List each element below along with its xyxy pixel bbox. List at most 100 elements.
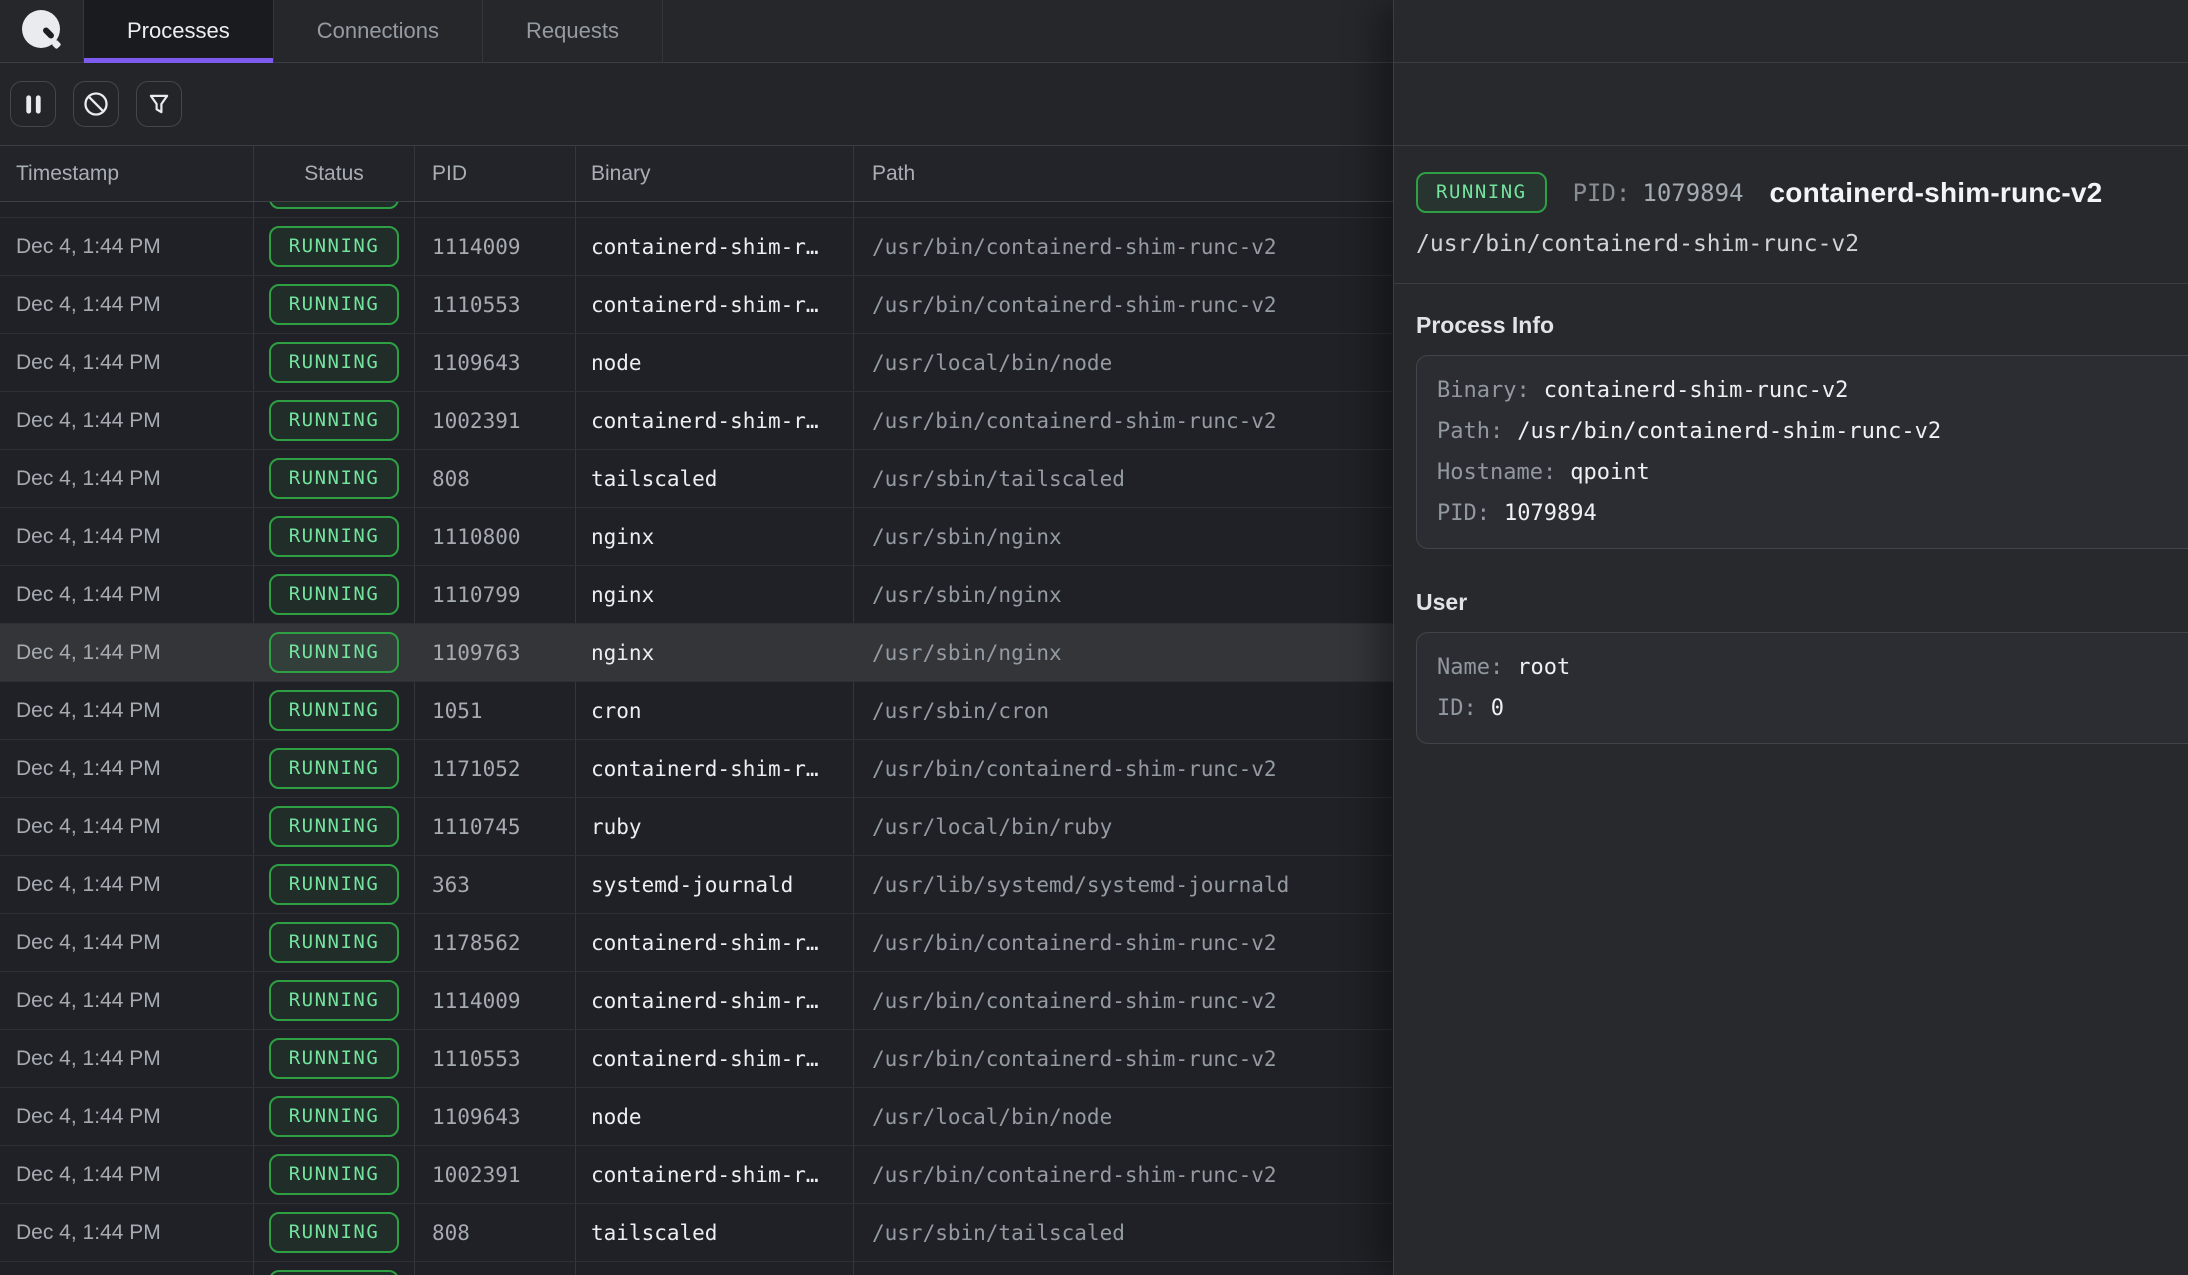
tab-label: Processes	[127, 18, 230, 44]
table-row[interactable]: RUNNING	[0, 1262, 1393, 1275]
table-row[interactable]: Dec 4, 1:44 PM RUNNING 1109643 node /usr…	[0, 1088, 1393, 1146]
status-badge: RUNNING	[269, 632, 400, 673]
cell-path: /usr/bin/containerd-shim-runc-v2	[854, 276, 1393, 333]
qpoint-logo-icon	[20, 9, 64, 53]
info-row: Hostname: qpoint	[1437, 452, 2181, 493]
column-header-pid[interactable]: PID	[415, 146, 576, 201]
cell-path: /usr/local/bin/node	[854, 334, 1393, 391]
column-header-timestamp[interactable]: Timestamp	[0, 146, 254, 201]
tab[interactable]: Requests	[483, 0, 663, 62]
cell-path: /usr/sbin/nginx	[854, 508, 1393, 565]
table-row[interactable]: Dec 4, 1:44 PM RUNNING 1110800 nginx /us…	[0, 508, 1393, 566]
cell-status: RUNNING	[254, 914, 415, 971]
cell-binary: node	[576, 1088, 854, 1145]
cell-pid: 808	[415, 1204, 576, 1261]
cell-binary: containerd-shim-r…	[576, 972, 854, 1029]
table-row[interactable]: Dec 4, 1:44 PM RUNNING 808 tailscaled /u…	[0, 450, 1393, 508]
table-row[interactable]: Dec 4, 1:44 PM RUNNING 363 systemd-journ…	[0, 856, 1393, 914]
cell-timestamp	[0, 1262, 254, 1275]
status-badge: RUNNING	[269, 1038, 400, 1079]
clear-button[interactable]	[73, 81, 119, 127]
table-row[interactable]: Dec 4, 1:44 PM RUNNING 1114009 container…	[0, 218, 1393, 276]
tab[interactable]: Connections	[274, 0, 483, 62]
cell-status: RUNNING	[254, 566, 415, 623]
table-row[interactable]: Dec 4, 1:44 PM RUNNING 1171052 container…	[0, 740, 1393, 798]
tab[interactable]: Processes	[84, 0, 274, 62]
table-row[interactable]: Dec 4, 1:44 PM RUNNING 808 tailscaled /u…	[0, 1204, 1393, 1262]
cell-path: /usr/bin/containerd-shim-runc-v2	[854, 914, 1393, 971]
app-logo[interactable]	[0, 0, 84, 62]
cell-pid: 1109763	[415, 624, 576, 681]
cell-path	[854, 1262, 1393, 1275]
cell-path: /usr/bin/containerd-shim-runc-v2	[854, 218, 1393, 275]
cell-status: RUNNING	[254, 450, 415, 507]
column-header-binary[interactable]: Binary	[576, 146, 854, 201]
cell-status: RUNNING	[254, 972, 415, 1029]
table-row[interactable]: Dec 4, 1:44 PM RUNNING 1110553 container…	[0, 276, 1393, 334]
cell-pid: 1110800	[415, 508, 576, 565]
pause-icon	[11, 81, 55, 127]
table-row[interactable]: Dec 4, 1:44 PM RUNNING 1002391 container…	[0, 392, 1393, 450]
table-row[interactable]: Dec 4, 1:44 PM RUNNING 1110553 container…	[0, 1030, 1393, 1088]
tab-label: Requests	[526, 18, 619, 44]
drawer-top-spacer	[1394, 0, 2188, 63]
info-value: 1079894	[1504, 493, 1597, 534]
cell-binary: containerd-shim-r…	[576, 1146, 854, 1203]
cell-timestamp: Dec 4, 1:44 PM	[0, 218, 254, 275]
table-row[interactable]: Dec 4, 1:44 PM RUNNING 1109643 node /usr…	[0, 334, 1393, 392]
cell-binary: nginx	[576, 624, 854, 681]
cell-binary: ruby	[576, 798, 854, 855]
table-row[interactable]: Dec 4, 1:44 PM RUNNING 1110799 nginx /us…	[0, 566, 1393, 624]
cell-pid	[415, 1262, 576, 1275]
filter-button[interactable]	[136, 81, 182, 127]
status-badge: RUNNING	[269, 864, 400, 905]
cell-timestamp: Dec 4, 1:44 PM	[0, 682, 254, 739]
column-header-path[interactable]: Path	[854, 146, 1393, 201]
cell-pid: 1051	[415, 682, 576, 739]
cell-binary: containerd-shim-r…	[576, 392, 854, 449]
table-row[interactable]: Dec 4, 1:44 PM RUNNING 1109763 nginx /us…	[0, 624, 1393, 682]
process-info-heading: Process Info	[1416, 312, 2188, 339]
status-badge: RUNNING	[269, 748, 400, 789]
table-row[interactable]: Dec 4, 1:44 PM RUNNING 1178562 container…	[0, 914, 1393, 972]
pause-button[interactable]	[10, 81, 56, 127]
table-row[interactable]: Dec 4, 1:44 PM RUNNING 1002391 container…	[0, 1146, 1393, 1204]
cell-timestamp: Dec 4, 1:44 PM	[0, 740, 254, 797]
cell-timestamp: Dec 4, 1:44 PM	[0, 276, 254, 333]
info-row: Binary: containerd-shim-runc-v2	[1437, 370, 2181, 411]
status-badge: RUNNING	[269, 574, 400, 615]
cell-path: /usr/bin/containerd-shim-runc-v2	[854, 972, 1393, 1029]
cell-status: RUNNING	[254, 276, 415, 333]
status-badge: RUNNING	[269, 516, 400, 557]
drawer-toolbar-spacer	[1394, 63, 2188, 146]
cell-pid: 1114009	[415, 972, 576, 1029]
cell-timestamp: Dec 4, 1:44 PM	[0, 798, 254, 855]
table-row[interactable]: RUNNING	[0, 202, 1393, 218]
status-badge: RUNNING	[269, 1096, 400, 1137]
info-row: Path: /usr/bin/containerd-shim-runc-v2	[1437, 411, 2181, 452]
cell-timestamp: Dec 4, 1:44 PM	[0, 1146, 254, 1203]
tab-list: Processes Connections Requests	[84, 0, 663, 62]
cell-path: /usr/local/bin/ruby	[854, 798, 1393, 855]
table-row[interactable]: Dec 4, 1:44 PM RUNNING 1051 cron /usr/sb…	[0, 682, 1393, 740]
cell-binary: tailscaled	[576, 1204, 854, 1261]
cell-path: /usr/bin/containerd-shim-runc-v2	[854, 740, 1393, 797]
column-header-status[interactable]: Status	[254, 146, 415, 201]
table-row[interactable]: Dec 4, 1:44 PM RUNNING 1114009 container…	[0, 972, 1393, 1030]
cell-timestamp: Dec 4, 1:44 PM	[0, 392, 254, 449]
cell-pid: 1002391	[415, 392, 576, 449]
cell-binary: systemd-journald	[576, 856, 854, 913]
detail-pid: PID: 1079894	[1573, 179, 1744, 207]
cell-binary: node	[576, 334, 854, 391]
cell-status: RUNNING	[254, 740, 415, 797]
cell-binary: containerd-shim-r…	[576, 1030, 854, 1087]
table-row[interactable]: Dec 4, 1:44 PM RUNNING 1110745 ruby /usr…	[0, 798, 1393, 856]
cell-pid: 1110745	[415, 798, 576, 855]
detail-path: /usr/bin/containerd-shim-runc-v2	[1416, 231, 2188, 257]
detail-header: RUNNING PID: 1079894 containerd-shim-run…	[1394, 146, 2188, 284]
detail-pid-label: PID:	[1573, 179, 1631, 207]
status-badge: RUNNING	[269, 690, 400, 731]
process-detail-panel: RUNNING PID: 1079894 containerd-shim-run…	[1393, 0, 2188, 1275]
cell-binary	[576, 202, 854, 217]
cell-timestamp: Dec 4, 1:44 PM	[0, 508, 254, 565]
